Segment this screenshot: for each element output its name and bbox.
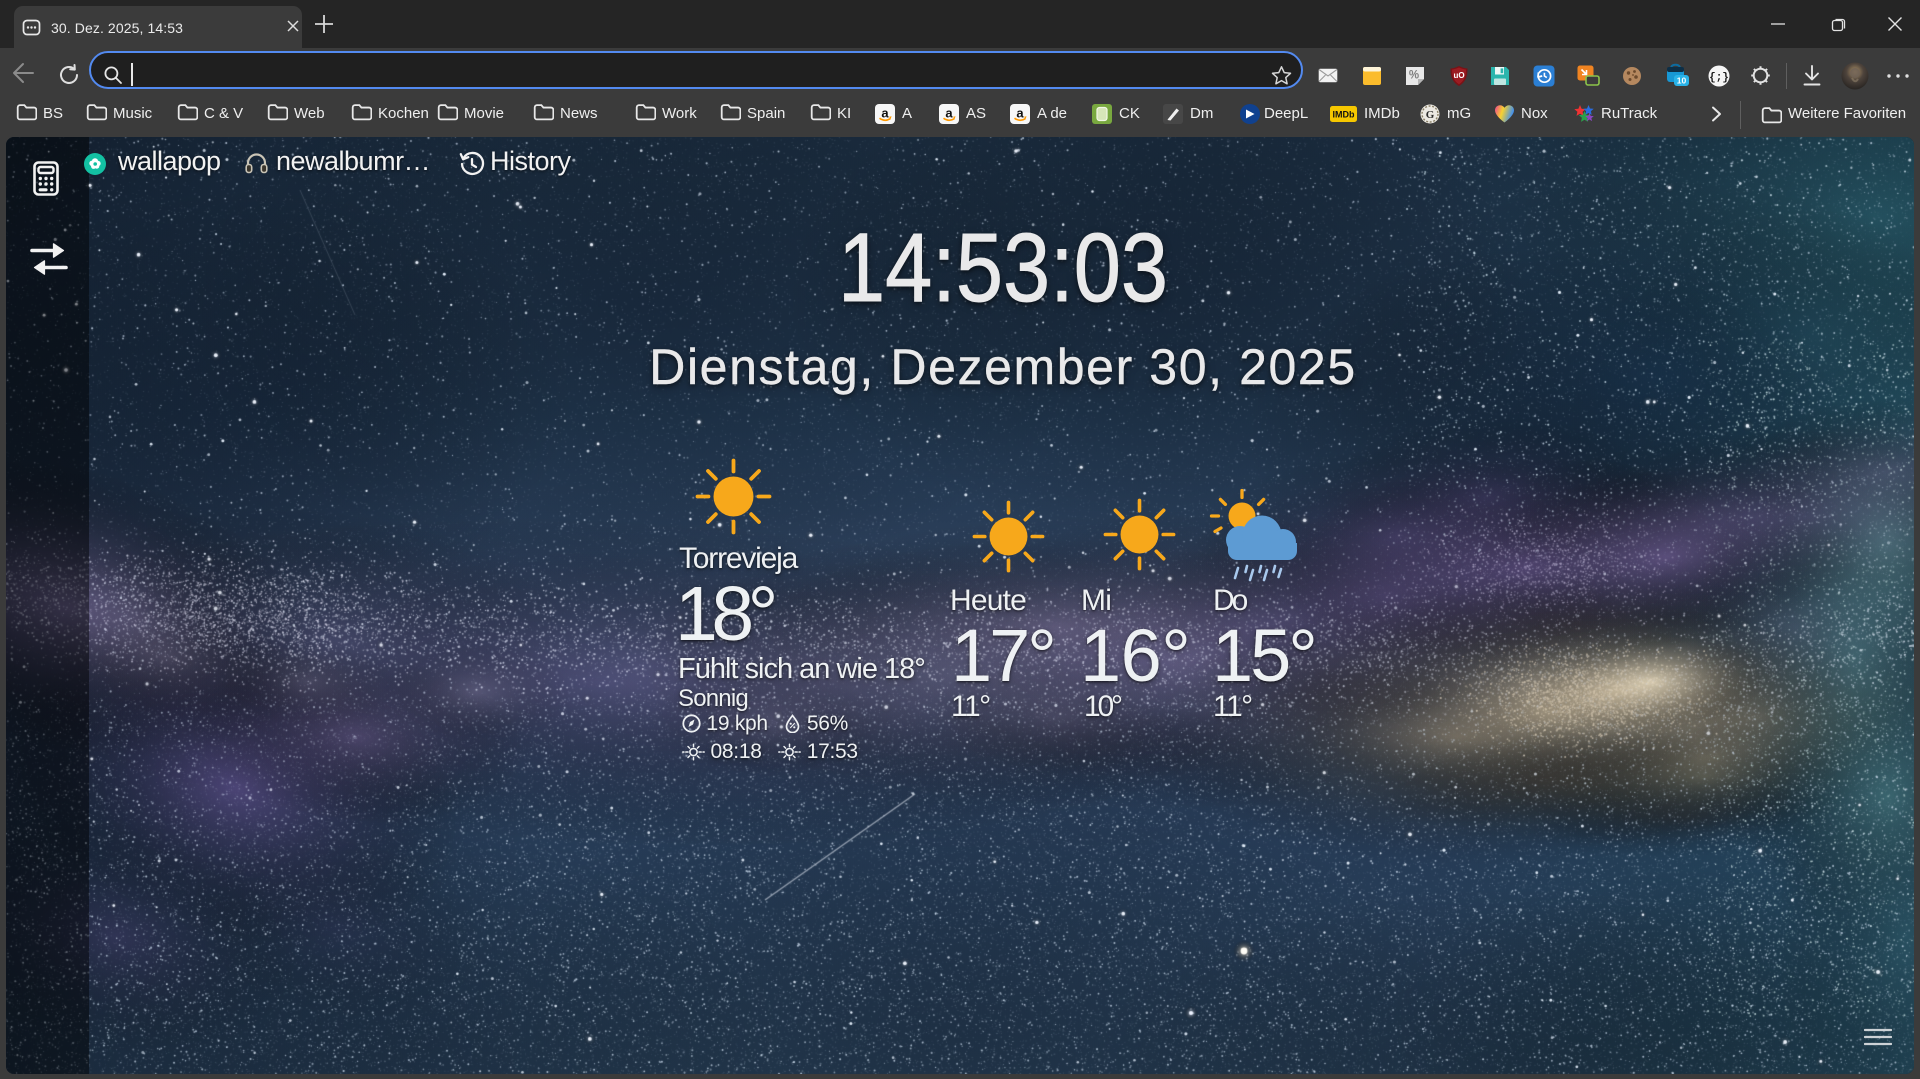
svg-text:a: a (1016, 106, 1024, 121)
svg-text:a: a (945, 106, 953, 121)
svg-text:uO: uO (1453, 71, 1464, 80)
svg-text:IMDb: IMDb (1333, 110, 1355, 120)
svg-text:{;}: {;} (1709, 72, 1729, 84)
svg-text:a: a (881, 106, 889, 121)
svg-text:G: G (1426, 109, 1435, 121)
svg-text:10: 10 (1677, 76, 1687, 86)
svg-text:%: % (1409, 70, 1419, 82)
